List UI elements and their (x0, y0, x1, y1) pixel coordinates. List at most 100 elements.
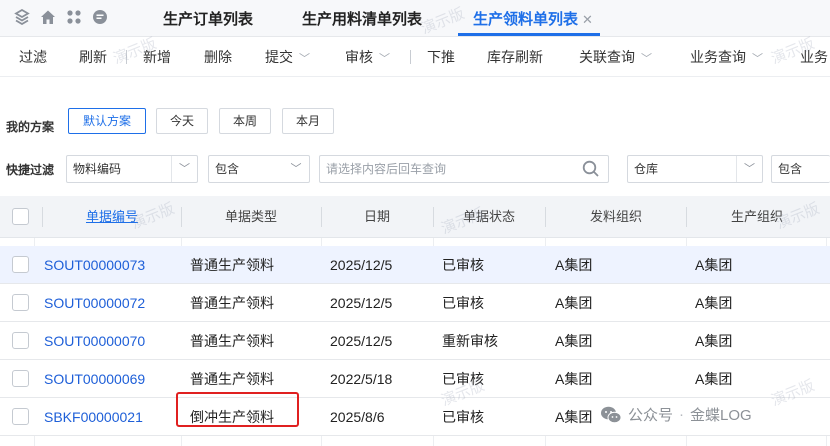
wechat-icon (601, 406, 622, 423)
bill-type-cell: 普通生产领料 (190, 333, 274, 349)
row-checkbox[interactable] (12, 256, 29, 273)
bill-no-link[interactable]: SOUT00000070 (44, 322, 145, 360)
status-cell: 已审核 (442, 409, 484, 425)
tab-label: 生产领料单列表 (473, 11, 579, 28)
chevron-down-icon[interactable]: ﹀ (299, 53, 310, 65)
bill-no-link[interactable]: SOUT00000073 (44, 246, 145, 284)
header-bill-no[interactable]: 单据编号 (43, 196, 181, 238)
business-query-button[interactable]: 业务查询 ﹀ (690, 47, 763, 67)
production-org-cell: A集团 (695, 371, 733, 387)
table-header: 单据编号 单据类型 日期 单据状态 发料组织 生产组织 (0, 196, 830, 238)
filter-operator-select[interactable]: 包含 ﹀ (208, 155, 310, 183)
default-scheme-button[interactable]: 默认方案 (68, 108, 146, 134)
wechat-brand: 公众号 · 金蝶LOG (600, 404, 752, 425)
related-query-label: 关联查询 (579, 49, 635, 65)
chevron-down-icon[interactable]: ﹀ (752, 53, 763, 65)
issue-org-cell: A集团 (555, 409, 593, 425)
highlight-box (176, 392, 299, 427)
inventory-refresh-button[interactable]: 库存刷新 (487, 47, 543, 67)
production-org-cell: A集团 (695, 295, 733, 311)
scheme-label: 我的方案 (6, 120, 55, 134)
issue-org-cell: A集团 (555, 257, 593, 273)
search-icon[interactable] (582, 160, 600, 178)
header-date[interactable]: 日期 (322, 196, 432, 238)
date-cell: 2025/8/6 (330, 409, 385, 425)
toolbar-divider (410, 50, 411, 64)
filter-operator-value-2: 包含 (778, 162, 803, 176)
issue-org-cell: A集团 (555, 295, 593, 311)
production-org-cell: A集团 (695, 257, 733, 273)
date-cell: 2025/12/5 (330, 257, 393, 273)
tab-production-order-list[interactable]: 生产订单列表 (163, 8, 253, 29)
brand-separator: · (679, 406, 685, 423)
filter-field-select[interactable]: 物料编码 ﹀ (66, 155, 198, 183)
this-week-button[interactable]: 本周 (219, 108, 271, 134)
audit-label: 审核 (345, 49, 373, 65)
brand-account-label: 公众号 (628, 407, 674, 424)
status-cell: 重新审核 (442, 333, 498, 349)
apps-grid-icon[interactable] (66, 9, 82, 25)
quick-filter-label: 快捷过滤 (6, 163, 55, 177)
filter-field-select-2[interactable]: 仓库 ﹀ (627, 155, 763, 183)
refresh-button[interactable]: 刷新 (79, 47, 107, 67)
filter-field-value-2: 仓库 (634, 162, 659, 176)
this-month-button[interactable]: 本月 (282, 108, 334, 134)
related-query-button[interactable]: 关联查询 ﹀ (579, 47, 652, 67)
status-cell: 已审核 (442, 371, 484, 387)
bill-no-link[interactable]: SOUT00000072 (44, 284, 145, 322)
chevron-down-icon[interactable]: ﹀ (283, 156, 309, 182)
submit-label: 提交 (265, 49, 293, 65)
chevron-down-icon[interactable]: ﹀ (641, 53, 652, 65)
table-row[interactable]: SOUT00000073 普通生产领料 2025/12/5 已审核 A集团 A集… (0, 246, 830, 284)
table-row[interactable]: SOUT00000070 普通生产领料 2025/12/5 重新审核 A集团 A… (0, 322, 830, 360)
issue-org-cell: A集团 (555, 333, 593, 349)
message-icon[interactable] (92, 9, 108, 25)
close-icon[interactable]: ✕ (582, 12, 593, 27)
tab-production-picking-list[interactable]: 生产领料单列表 ✕ (473, 8, 593, 29)
row-checkbox[interactable] (12, 332, 29, 349)
header-production-org[interactable]: 生产组织 (687, 196, 827, 238)
date-cell: 2025/12/5 (330, 295, 393, 311)
bill-type-cell: 普通生产领料 (190, 257, 274, 273)
filter-operator-select-2[interactable]: 包含 (771, 155, 830, 183)
chevron-down-icon[interactable]: ﹀ (736, 156, 762, 182)
filter-operator-value: 包含 (215, 162, 240, 176)
bill-type-cell: 普通生产领料 (190, 295, 274, 311)
bill-no-link[interactable]: SOUT00000069 (44, 360, 145, 398)
add-button[interactable]: 新增 (143, 47, 171, 67)
brand-name: 金蝶LOG (690, 407, 752, 424)
row-checkbox[interactable] (12, 294, 29, 311)
row-checkbox[interactable] (12, 408, 29, 425)
issue-org-cell: A集团 (555, 371, 593, 387)
production-org-cell: A集团 (695, 333, 733, 349)
top-tab-bar: 生产订单列表 生产用料清单列表 生产领料单列表 ✕ (0, 0, 830, 37)
select-all-checkbox[interactable] (12, 208, 29, 225)
search-input[interactable]: 请选择内容后回车查询 (319, 155, 609, 183)
header-bill-type[interactable]: 单据类型 (182, 196, 320, 238)
delete-button[interactable]: 删除 (204, 47, 232, 67)
home-icon[interactable] (40, 9, 56, 25)
active-tab-indicator (458, 33, 600, 36)
row-checkbox[interactable] (12, 370, 29, 387)
submit-button[interactable]: 提交 ﹀ (265, 47, 310, 67)
app-logo-icon[interactable] (14, 9, 30, 25)
tab-production-bom-list[interactable]: 生产用料清单列表 (302, 8, 422, 29)
status-cell: 已审核 (442, 257, 484, 273)
filter-button[interactable]: 过滤 (19, 47, 47, 67)
header-issue-org[interactable]: 发料组织 (546, 196, 686, 238)
filter-field-value: 物料编码 (73, 162, 122, 176)
status-cell: 已审核 (442, 295, 484, 311)
bill-no-link[interactable]: SBKF00000021 (44, 398, 143, 436)
today-button[interactable]: 今天 (156, 108, 208, 134)
header-status[interactable]: 单据状态 (434, 196, 544, 238)
table-row[interactable]: SOUT00000069 普通生产领料 2022/5/18 已审核 A集团 A集… (0, 360, 830, 398)
chevron-down-icon[interactable]: ﹀ (379, 53, 390, 65)
toolbar-divider (126, 50, 127, 64)
table-row[interactable]: SOUT00000072 普通生产领料 2025/12/5 已审核 A集团 A集… (0, 284, 830, 322)
search-placeholder: 请选择内容后回车查询 (326, 162, 447, 176)
chevron-down-icon[interactable]: ﹀ (171, 156, 197, 182)
push-down-button[interactable]: 下推 (427, 47, 455, 67)
audit-button[interactable]: 审核 ﹀ (345, 47, 390, 67)
business-button[interactable]: 业务 (800, 47, 828, 67)
business-query-label: 业务查询 (690, 49, 746, 65)
